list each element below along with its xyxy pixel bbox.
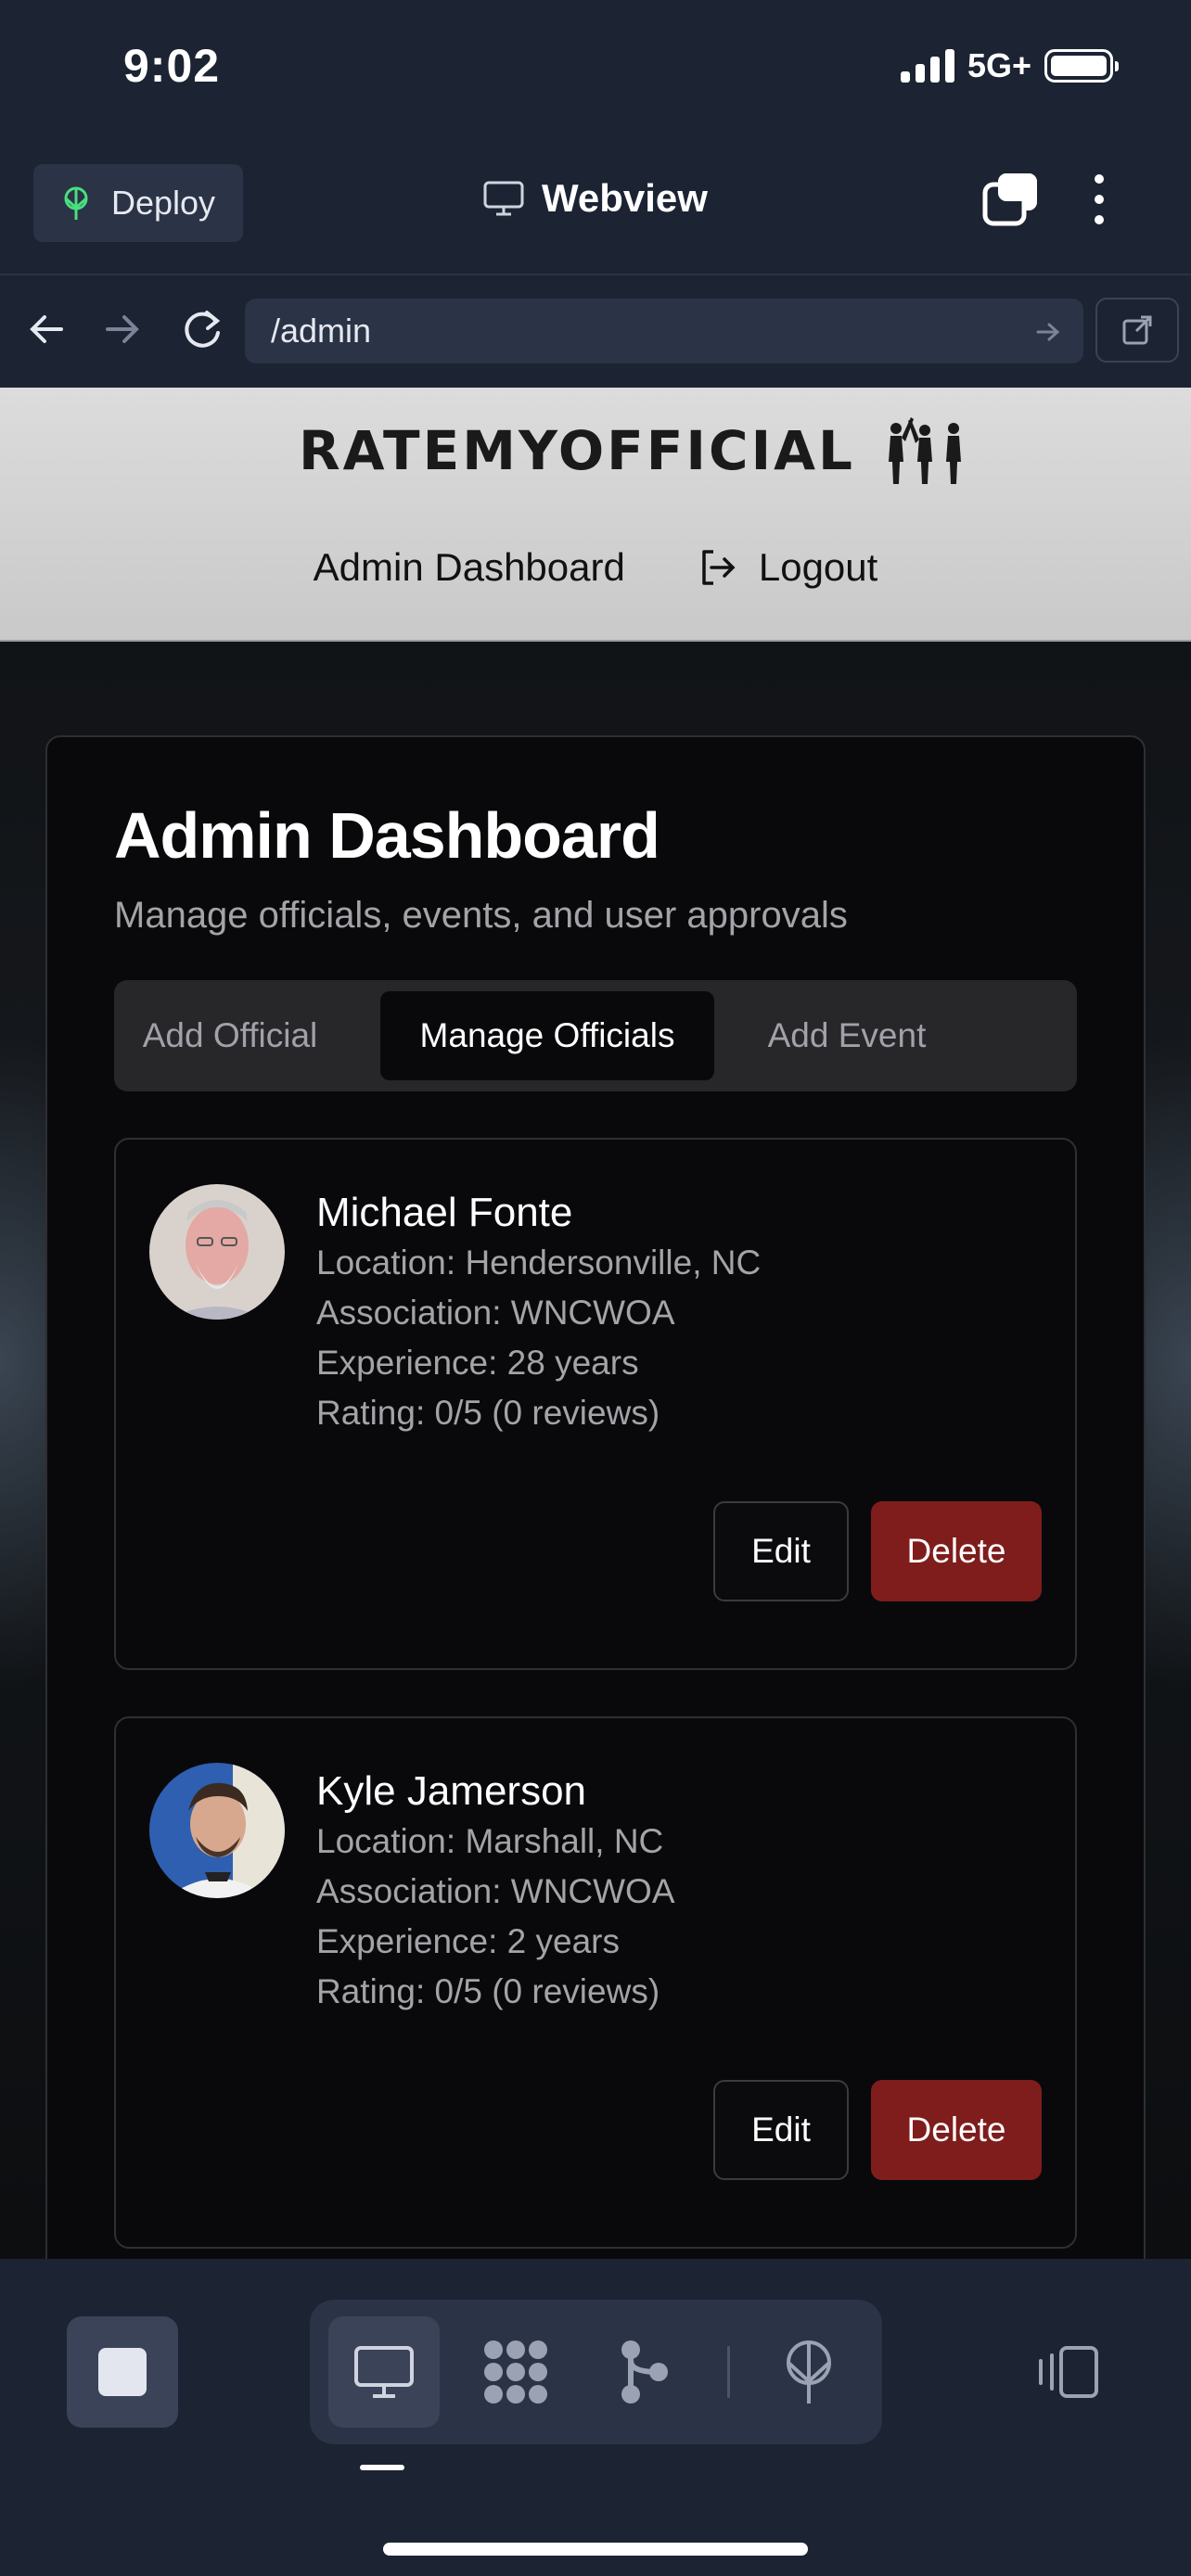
webview-label: Webview — [542, 176, 708, 220]
official-experience: Experience: 2 years — [316, 1922, 621, 1960]
grid-blobs-icon — [484, 2340, 547, 2404]
web-content: RATEMYOFFICIAL Admin Dashboard Logout Ad… — [0, 388, 1191, 2259]
tabs-icon[interactable] — [981, 172, 1041, 234]
avatar — [149, 1184, 285, 1320]
site-header: RATEMYOFFICIAL Admin Dashboard Logout — [0, 388, 1191, 642]
battery-icon — [1044, 49, 1119, 83]
official-card: Kyle Jamerson Location: Marshall, NC Ass… — [114, 1716, 1077, 2249]
logout-link[interactable]: Logout — [698, 545, 877, 590]
official-rating: Rating: 0/5 (0 reviews) — [316, 1394, 660, 1432]
delete-button[interactable]: Delete — [871, 2080, 1042, 2180]
logo-text: RATEMYOFFICIAL — [299, 419, 855, 482]
deploy-icon — [64, 186, 88, 220]
signal-icon — [900, 49, 954, 83]
reload-icon[interactable] — [179, 303, 225, 355]
avatar — [149, 1763, 285, 1898]
site-nav: Admin Dashboard Logout — [0, 545, 1191, 590]
status-indicators: 5G+ — [900, 46, 1119, 85]
url-value: /admin — [271, 312, 372, 350]
tool-switcher — [310, 2300, 882, 2444]
url-input[interactable]: /admin — [245, 299, 1083, 363]
status-time: 9:02 — [123, 40, 221, 92]
official-card: Michael Fonte Location: Hendersonville, … — [114, 1138, 1077, 1670]
deploy-label: Deploy — [111, 184, 216, 222]
official-name: Michael Fonte — [316, 1190, 573, 1235]
official-association: Association: WNCWOA — [316, 1872, 675, 1910]
app-header: Deploy Webview — [0, 139, 1191, 274]
tab-add-event[interactable]: Add Event — [754, 991, 940, 1080]
forward-arrow-icon[interactable] — [102, 303, 143, 355]
webview-tool-button[interactable] — [328, 2316, 440, 2428]
monitor-icon — [483, 181, 524, 216]
official-experience: Experience: 28 years — [316, 1344, 639, 1382]
official-name: Kyle Jamerson — [316, 1768, 587, 1814]
stop-icon — [98, 2348, 147, 2396]
delete-button[interactable]: Delete — [871, 1501, 1042, 1601]
logout-icon — [702, 550, 736, 585]
tab-manage-officials[interactable]: Manage Officials — [380, 991, 714, 1080]
workspace-tool-button[interactable] — [460, 2316, 571, 2428]
monitor-icon — [354, 2346, 414, 2398]
nav-admin-dashboard-label: Admin Dashboard — [313, 545, 625, 589]
webview-title: Webview — [482, 176, 708, 221]
tab-add-official[interactable]: Add Official — [134, 991, 326, 1080]
deploy-icon — [787, 2340, 831, 2404]
back-arrow-icon[interactable] — [26, 303, 67, 355]
dashboard-tabs: Add Official Manage Officials Add Event — [114, 980, 1077, 1091]
admin-dashboard-card: Admin Dashboard Manage officials, events… — [45, 735, 1146, 2259]
bottom-toolbar — [0, 2259, 1191, 2576]
page-title: Admin Dashboard — [114, 799, 660, 872]
referees-logo-icon — [889, 417, 961, 484]
network-type: 5G+ — [967, 46, 1031, 84]
panel-toggle-icon[interactable] — [1033, 2344, 1100, 2404]
official-location: Location: Hendersonville, NC — [316, 1243, 762, 1282]
site-logo[interactable]: RATEMYOFFICIAL — [299, 415, 967, 486]
open-external-button[interactable] — [1095, 298, 1179, 363]
status-bar: 9:02 5G+ — [0, 0, 1191, 139]
external-link-icon — [1122, 315, 1152, 345]
toolbar-divider — [727, 2346, 730, 2398]
official-location: Location: Marshall, NC — [316, 1822, 664, 1860]
edit-button[interactable]: Edit — [713, 2080, 849, 2180]
deploy-button[interactable]: Deploy — [33, 164, 243, 242]
branch-icon — [621, 2340, 668, 2404]
logout-label: Logout — [758, 545, 878, 589]
stop-button[interactable] — [67, 2316, 178, 2428]
official-association: Association: WNCWOA — [316, 1294, 675, 1332]
active-tool-indicator — [360, 2465, 404, 2470]
git-tool-button[interactable] — [588, 2316, 699, 2428]
deploy-tool-button[interactable] — [753, 2316, 864, 2428]
official-rating: Rating: 0/5 (0 reviews) — [316, 1972, 660, 2010]
edit-button[interactable]: Edit — [713, 1501, 849, 1601]
home-indicator — [383, 2543, 808, 2556]
url-toolbar: /admin — [0, 274, 1191, 388]
page-subtitle: Manage officials, events, and user appro… — [114, 895, 848, 936]
nav-admin-dashboard[interactable]: Admin Dashboard — [314, 545, 625, 590]
more-options-icon[interactable] — [1095, 174, 1104, 224]
go-arrow-icon[interactable] — [1033, 317, 1063, 347]
